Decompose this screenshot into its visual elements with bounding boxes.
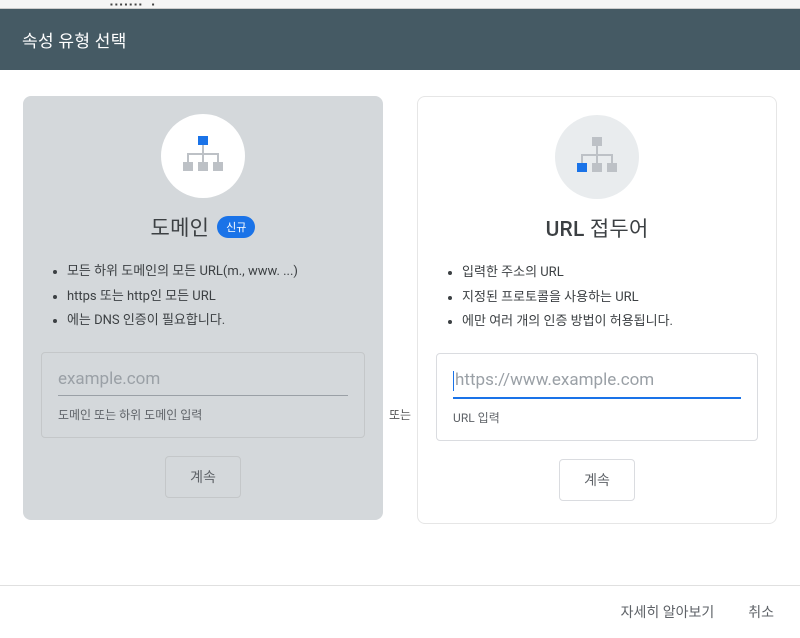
text-cursor [453,371,454,391]
domain-property-card[interactable]: 도메인 신규 모든 하위 도메인의 모든 URL(m., www. ...) h… [23,96,383,520]
url-prefix-title-row: URL 접두어 [546,213,649,243]
list-item: https 또는 http인 모든 URL [67,285,365,310]
url-prefix-icon-circle [555,115,639,199]
sitemap-icon [573,135,621,179]
url-prefix-continue-button[interactable]: 계속 [559,459,635,501]
domain-input[interactable]: example.com [58,369,348,396]
learn-more-link[interactable]: 자세히 알아보기 [621,602,715,622]
domain-input-helper: 도메인 또는 하위 도메인 입력 [58,406,348,423]
sitemap-icon [179,134,227,178]
dialog-content: 도메인 신규 모든 하위 도메인의 모든 URL(m., www. ...) h… [0,70,800,524]
url-prefix-input-box: https://www.example.com URL 입력 [436,353,758,441]
list-item: 에는 DNS 인증이 필요합니다. [67,309,365,334]
domain-feature-list: 모든 하위 도메인의 모든 URL(m., www. ...) https 또는… [41,260,365,352]
domain-icon-circle [161,114,245,198]
domain-input-box: example.com 도메인 또는 하위 도메인 입력 [41,352,365,438]
url-prefix-property-card[interactable]: URL 접두어 입력한 주소의 URL 지정된 프로토콜을 사용하는 URL 에… [417,96,777,524]
tab-remnant: ▪ ▪ ▪ ▪ ▪ ▪ ▪ ▪ [110,0,155,9]
dialog-header: 속성 유형 선택 [0,9,800,70]
list-item: 지정된 프로토콜을 사용하는 URL [462,286,758,311]
dialog-footer: 자세히 알아보기 취소 [0,585,800,638]
url-prefix-input-placeholder: https://www.example.com [455,370,654,390]
domain-input-placeholder: example.com [58,369,160,389]
browser-tab-strip: ▪ ▪ ▪ ▪ ▪ ▪ ▪ ▪ [0,0,800,9]
domain-continue-button[interactable]: 계속 [165,456,241,498]
domain-title-row: 도메인 신규 [151,212,256,242]
new-badge: 신규 [217,216,255,238]
or-divider: 또는 [383,406,417,423]
list-item: 에만 여러 개의 인증 방법이 허용됩니다. [462,310,758,335]
cancel-button[interactable]: 취소 [748,602,774,622]
url-prefix-feature-list: 입력한 주소의 URL 지정된 프로토콜을 사용하는 URL 에만 여러 개의 … [436,261,758,353]
url-prefix-title: URL 접두어 [546,213,649,243]
dialog-title: 속성 유형 선택 [22,32,127,52]
domain-title: 도메인 [151,212,210,242]
url-prefix-input-helper: URL 입력 [453,409,741,426]
list-item: 입력한 주소의 URL [462,261,758,286]
list-item: 모든 하위 도메인의 모든 URL(m., www. ...) [67,260,365,285]
url-prefix-input[interactable]: https://www.example.com [453,370,741,399]
